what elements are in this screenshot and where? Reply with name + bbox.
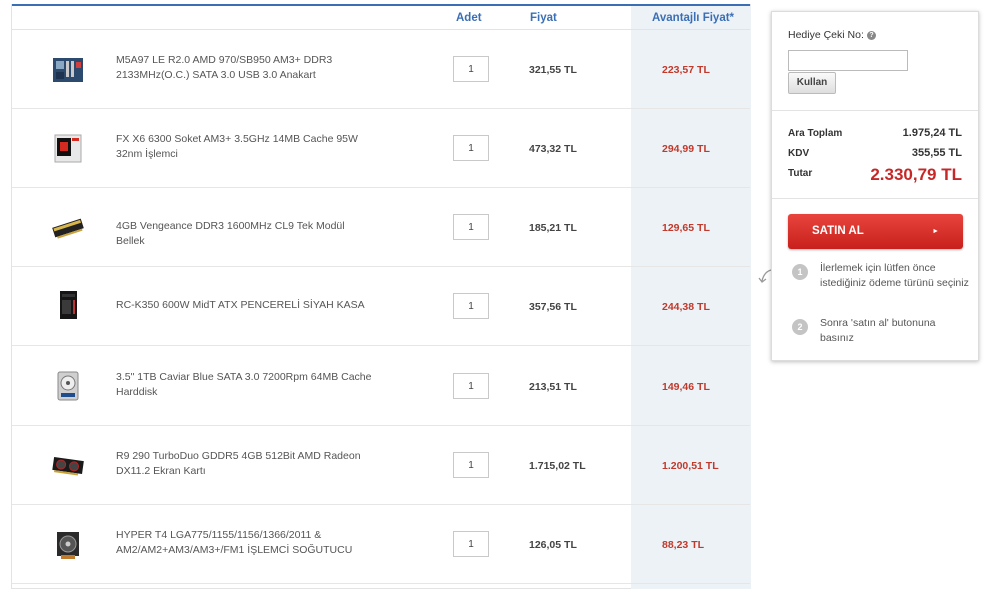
quantity-input[interactable] xyxy=(453,373,489,399)
step-instruction: İlerlemek için lütfen önce istediğiniz ö… xyxy=(820,262,969,289)
product-name[interactable]: HYPER T4 LGA775/1155/1156/1366/2011 & AM… xyxy=(116,528,376,557)
product-price: 185,21 TL xyxy=(529,222,577,234)
product-name[interactable]: RC-K350 600W MidT ATX PENCERELİ SİYAH KA… xyxy=(116,298,376,313)
cpu-cooler-icon xyxy=(57,532,79,559)
step-instruction: Sonra 'satın al' butonuna basınız xyxy=(820,317,936,344)
header-quantity: Adet xyxy=(456,12,482,24)
table-row: HYPER T4 LGA775/1155/1156/1366/2011 & AM… xyxy=(12,505,750,584)
table-row: FX X6 6300 Soket AM3+ 3.5GHz 14MB Cache … xyxy=(12,109,750,188)
quantity-input[interactable] xyxy=(453,531,489,557)
table-row: M5A97 LE R2.0 AMD 970/SB950 AM3+ DDR3 21… xyxy=(12,30,750,109)
ram-icon xyxy=(52,218,84,239)
cpu-box-icon xyxy=(54,134,82,163)
product-price: 1.715,02 TL xyxy=(529,460,586,472)
advantage-price: 88,23 TL xyxy=(662,539,705,551)
play-arrow-icon: ► xyxy=(932,228,939,235)
advantage-price: 1.200,51 TL xyxy=(662,460,719,472)
hard-disk-icon xyxy=(57,371,79,401)
product-price: 126,05 TL xyxy=(529,539,577,551)
table-row: 4GB Vengeance DDR3 1600MHz CL9 Tek Modül… xyxy=(12,188,750,267)
quantity-input[interactable] xyxy=(453,214,489,240)
gift-voucher-label: Hediye Çeki No: xyxy=(788,29,864,41)
table-header: Adet Fiyat Avantajlı Fiyat* xyxy=(12,6,750,30)
motherboard-icon xyxy=(53,58,83,82)
product-name[interactable]: 3.5" 1TB Caviar Blue SATA 3.0 7200Rpm 64… xyxy=(116,370,376,399)
help-icon[interactable]: ? xyxy=(867,31,876,40)
advantage-price: 129,65 TL xyxy=(662,222,710,234)
advantage-price: 294,99 TL xyxy=(662,143,710,155)
quantity-input[interactable] xyxy=(453,135,489,161)
product-price: 321,55 TL xyxy=(529,64,577,76)
quantity-input[interactable] xyxy=(453,452,489,478)
product-name[interactable]: M5A97 LE R2.0 AMD 970/SB950 AM3+ DDR3 21… xyxy=(116,53,376,82)
quantity-input[interactable] xyxy=(453,293,489,319)
gift-voucher-input[interactable] xyxy=(788,50,908,71)
step-number-badge: 1 xyxy=(792,264,808,280)
table-row: RC-K350 600W MidT ATX PENCERELİ SİYAH KA… xyxy=(12,267,750,346)
header-price: Fiyat xyxy=(530,12,557,24)
pc-case-icon xyxy=(60,291,77,319)
buy-button-label: SATIN AL xyxy=(812,225,864,237)
subtotal-label: Ara Toplam xyxy=(788,128,843,139)
quantity-input[interactable] xyxy=(453,56,489,82)
total-label: Tutar xyxy=(788,168,813,179)
table-row: R9 290 TurboDuo GDDR5 4GB 512Bit AMD Rad… xyxy=(12,426,750,505)
tax-label: KDV xyxy=(788,148,810,159)
product-price: 357,56 TL xyxy=(529,301,577,313)
product-name[interactable]: R9 290 TurboDuo GDDR5 4GB 512Bit AMD Rad… xyxy=(116,449,376,478)
advantage-price: 149,46 TL xyxy=(662,381,710,393)
divider xyxy=(772,198,978,199)
use-voucher-button[interactable]: Kullan xyxy=(788,72,836,94)
advantage-price: 223,57 TL xyxy=(662,64,710,76)
advantage-price: 244,38 TL xyxy=(662,301,710,313)
subtotal-value: 1.975,24 TL xyxy=(902,127,962,139)
step-number-badge: 2 xyxy=(792,319,808,335)
buy-button[interactable]: SATIN AL ► xyxy=(788,214,963,249)
total-value: 2.330,79 TL xyxy=(870,165,962,184)
header-advantage-price: Avantajlı Fiyat* xyxy=(652,12,735,24)
tax-value: 355,55 TL xyxy=(911,147,962,159)
cart-table: Adet Fiyat Avantajlı Fiyat* M5A97 LE R2.… xyxy=(11,4,751,589)
product-name[interactable]: FX X6 6300 Soket AM3+ 3.5GHz 14MB Cache … xyxy=(116,132,376,161)
table-row: 3.5" 1TB Caviar Blue SATA 3.0 7200Rpm 64… xyxy=(12,347,750,426)
product-price: 213,51 TL xyxy=(529,381,577,393)
graphics-card-icon xyxy=(52,456,84,476)
product-price: 473,32 TL xyxy=(529,143,577,155)
order-summary-panel: Hediye Çeki No: ? Kullan Ara Toplam 1.97… xyxy=(771,11,979,361)
product-name[interactable]: 4GB Vengeance DDR3 1600MHz CL9 Tek Modül… xyxy=(116,219,376,248)
divider xyxy=(772,110,978,111)
